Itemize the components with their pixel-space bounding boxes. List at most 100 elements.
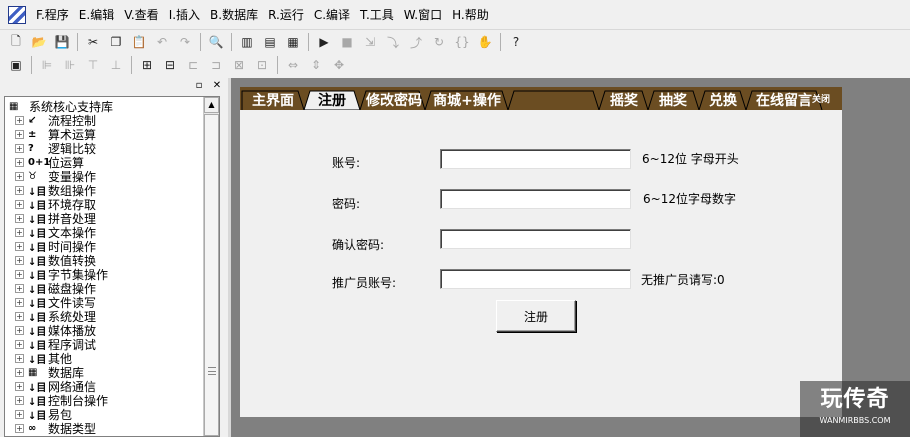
menu-tools[interactable]: T.工具 xyxy=(355,0,399,30)
save-icon[interactable]: 💾 xyxy=(52,32,72,52)
menu-edit[interactable]: E.编辑 xyxy=(74,0,119,30)
distribute-icon[interactable]: ⊡ xyxy=(252,55,272,75)
tab-register[interactable]: 注册 xyxy=(308,90,356,110)
center-vertical-icon[interactable]: ⊟ xyxy=(160,55,180,75)
expand-icon[interactable]: + xyxy=(15,367,24,377)
menu-help[interactable]: H.帮助 xyxy=(447,0,494,30)
tab-main[interactable]: 主界面 xyxy=(244,90,302,110)
toolbar-separator xyxy=(231,33,232,51)
expand-icon[interactable]: + xyxy=(15,311,24,321)
tree-scrollbar[interactable]: ▲ xyxy=(203,97,219,436)
referrer-input[interactable] xyxy=(440,269,631,289)
account-input[interactable] xyxy=(440,149,631,169)
tab-online-message[interactable]: 在线留言 xyxy=(748,90,820,110)
expand-icon[interactable]: + xyxy=(15,269,24,279)
new-file-icon[interactable]: 🗋 xyxy=(6,32,26,52)
stop-icon[interactable]: ■ xyxy=(337,32,357,52)
register-button[interactable]: 注册 xyxy=(496,300,576,332)
step-over-icon[interactable]: ↻ xyxy=(429,32,449,52)
size-both-icon[interactable]: ✥ xyxy=(329,55,349,75)
layout-icon[interactable]: ▤ xyxy=(260,32,280,52)
redo-icon[interactable]: ↷ xyxy=(175,32,195,52)
expand-icon[interactable]: + xyxy=(15,129,24,139)
expand-icon[interactable]: + xyxy=(15,115,24,125)
panel-restore-icon[interactable]: ▫ xyxy=(194,80,204,91)
align-left-icon[interactable]: ⊫ xyxy=(37,55,57,75)
toolbar-separator xyxy=(31,56,32,74)
find-icon[interactable]: 🔍 xyxy=(206,32,226,52)
expand-icon[interactable]: + xyxy=(15,283,24,293)
tree-item-icon: ↓目 xyxy=(28,270,47,282)
tab-exchange[interactable]: 兑换 xyxy=(702,90,744,110)
tab-lottery-shake[interactable]: 摇奖 xyxy=(602,90,646,110)
breakpoint-icon[interactable]: {} xyxy=(452,32,472,52)
expand-icon[interactable]: + xyxy=(15,353,24,363)
spacing-icon[interactable]: ⊠ xyxy=(229,55,249,75)
tree-item-icon: ↓目 xyxy=(28,256,47,268)
align-top-icon[interactable]: ⊤ xyxy=(83,55,103,75)
expand-icon[interactable]: + xyxy=(15,227,24,237)
expand-icon[interactable]: + xyxy=(15,409,24,419)
step-icon[interactable]: ⇲ xyxy=(360,32,380,52)
size-width-icon[interactable]: ⇔ xyxy=(283,55,303,75)
expand-icon[interactable]: + xyxy=(15,381,24,391)
tree-list: ▦ 系统核心支持库 + ↙ 流程控制 + ± 算术运算 +? 逻辑比较 +0+1 位运算 + ♉ 变量操… xyxy=(5,97,203,437)
expand-icon[interactable]: + xyxy=(15,199,24,209)
step-out-icon[interactable]: ⤴ xyxy=(406,32,426,52)
expand-icon[interactable]: + xyxy=(15,255,24,265)
menu-window[interactable]: W.窗口 xyxy=(399,0,447,30)
size-height-icon[interactable]: ⇕ xyxy=(306,55,326,75)
expand-icon[interactable]: + xyxy=(15,241,24,251)
expand-icon[interactable]: + xyxy=(15,339,24,349)
tab-shop[interactable]: 商城+操作 xyxy=(428,90,506,110)
close-link[interactable]: 关闭 xyxy=(812,92,830,105)
tree-item-icon: ↓目 xyxy=(28,354,47,366)
tree-item-icon: ↙ xyxy=(28,114,37,126)
menu-insert[interactable]: I.插入 xyxy=(164,0,205,30)
hand-icon[interactable]: ✋ xyxy=(475,32,495,52)
step-into-icon[interactable]: ⤵ xyxy=(383,32,403,52)
align-bottom-icon[interactable]: ⊥ xyxy=(106,55,126,75)
expand-icon[interactable]: + xyxy=(15,395,24,405)
align-center-icon[interactable]: ⊪ xyxy=(60,55,80,75)
undo-icon[interactable]: ↶ xyxy=(152,32,172,52)
menu-view[interactable]: V.查看 xyxy=(119,0,163,30)
menu-program[interactable]: F.程序 xyxy=(31,0,74,30)
password-input[interactable] xyxy=(440,189,631,209)
layout-icon[interactable]: ▦ xyxy=(283,32,303,52)
expand-icon[interactable]: + xyxy=(15,171,24,181)
same-width-icon[interactable]: ⊏ xyxy=(183,55,203,75)
menu-database[interactable]: B.数据库 xyxy=(205,0,263,30)
scroll-up-arrow-icon[interactable]: ▲ xyxy=(204,97,219,113)
paste-icon[interactable]: 📋 xyxy=(129,32,149,52)
expand-icon[interactable]: + xyxy=(15,325,24,335)
tree-item[interactable]: + ∞ 数据类型 xyxy=(5,421,96,436)
register-form-window: 主界面 注册 修改密码 商城+操作 摇奖 抽奖 兑换 在线留言 关闭 账号: 6… xyxy=(240,87,842,417)
tree-item-icon: ↓目 xyxy=(28,200,47,212)
expand-icon[interactable]: + xyxy=(15,185,24,195)
tab-lottery-draw[interactable]: 抽奖 xyxy=(650,90,696,110)
library-icon: ▦ xyxy=(9,100,19,112)
grid-icon[interactable]: ▣ xyxy=(6,55,26,75)
app-icon[interactable] xyxy=(8,5,26,24)
open-folder-icon[interactable]: 📂 xyxy=(29,32,49,52)
expand-icon[interactable]: + xyxy=(15,213,24,223)
run-icon[interactable]: ▶ xyxy=(314,32,334,52)
same-height-icon[interactable]: ⊐ xyxy=(206,55,226,75)
toolbar-separator xyxy=(500,33,501,51)
expand-icon[interactable]: + xyxy=(15,297,24,307)
expand-icon[interactable]: + xyxy=(15,423,24,433)
menu-compile[interactable]: C.编译 xyxy=(309,0,355,30)
confirm-password-input[interactable] xyxy=(440,229,631,249)
help-icon[interactable]: ? xyxy=(506,32,526,52)
scroll-thumb[interactable] xyxy=(204,114,219,436)
tab-change-password[interactable]: 修改密码 xyxy=(364,90,424,110)
center-horizontal-icon[interactable]: ⊞ xyxy=(137,55,157,75)
cut-icon[interactable]: ✂ xyxy=(83,32,103,52)
panel-close-icon[interactable]: ✕ xyxy=(212,80,222,91)
menu-run[interactable]: R.运行 xyxy=(263,0,309,30)
expand-icon[interactable]: + xyxy=(15,157,24,167)
expand-icon[interactable]: + xyxy=(15,143,24,153)
layout-icon[interactable]: ▥ xyxy=(237,32,257,52)
copy-icon[interactable]: ❐ xyxy=(106,32,126,52)
